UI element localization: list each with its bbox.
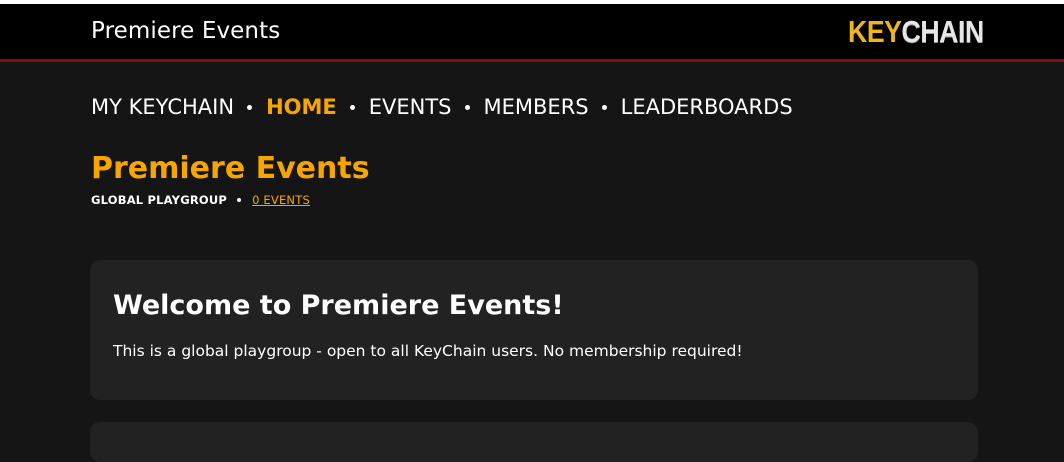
page-subtitle: GLOBAL PLAYGROUP 0 EVENTS xyxy=(91,192,310,208)
logo-key-text: KEY xyxy=(848,14,902,49)
subtitle-separator xyxy=(237,198,242,202)
keychain-logo[interactable]: KEYCHAIN xyxy=(848,14,984,50)
site-header: Premiere Events KEYCHAIN xyxy=(0,4,1064,62)
page-title: Premiere Events xyxy=(91,151,370,186)
nav-separator xyxy=(247,104,253,110)
events-count-link[interactable]: 0 EVENTS xyxy=(252,192,310,208)
main-nav: MY KEYCHAIN HOME EVENTS MEMBERS LEADERBO… xyxy=(91,92,793,122)
site-title[interactable]: Premiere Events xyxy=(91,17,280,45)
next-card xyxy=(90,422,978,462)
nav-item-home[interactable]: HOME xyxy=(266,92,337,122)
logo-chain-text: CHAIN xyxy=(901,14,985,49)
playgroup-type-label: GLOBAL PLAYGROUP xyxy=(91,193,228,207)
welcome-card: Welcome to Premiere Events! This is a gl… xyxy=(90,260,978,400)
nav-item-events[interactable]: EVENTS xyxy=(369,92,452,122)
nav-separator xyxy=(601,104,607,110)
welcome-heading: Welcome to Premiere Events! xyxy=(113,290,564,321)
nav-separator xyxy=(349,104,355,110)
nav-item-my-keychain[interactable]: MY KEYCHAIN xyxy=(91,92,234,122)
nav-item-leaderboards[interactable]: LEADERBOARDS xyxy=(621,92,793,122)
welcome-description: This is a global playgroup - open to all… xyxy=(113,342,743,360)
nav-separator xyxy=(464,104,470,110)
nav-item-members[interactable]: MEMBERS xyxy=(484,92,589,122)
